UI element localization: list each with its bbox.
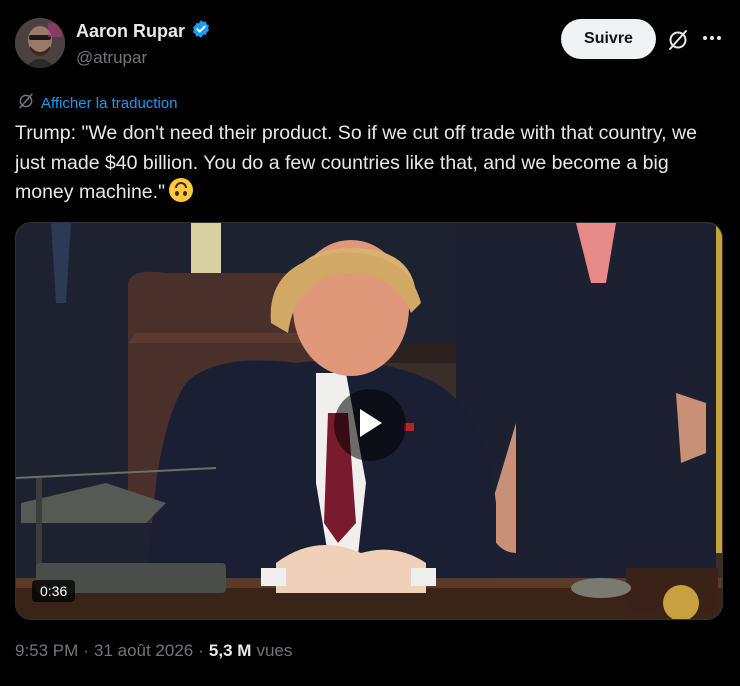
tweet-text: Trump: "We don't need their product. So … bbox=[15, 119, 725, 208]
follow-button[interactable]: Suivre bbox=[561, 19, 656, 59]
show-translation-link[interactable]: Afficher la traduction bbox=[17, 92, 177, 114]
author-handle[interactable]: @atrupar bbox=[76, 48, 211, 68]
tweet-time[interactable]: 9:53 PM bbox=[15, 641, 78, 661]
tweet-header: Aaron Rupar @atrupar Suivre bbox=[15, 16, 725, 70]
views-label: vues bbox=[256, 641, 293, 660]
video-player[interactable]: 0:36 bbox=[15, 222, 723, 620]
upside-down-face-icon bbox=[169, 178, 193, 202]
avatar[interactable] bbox=[15, 18, 65, 68]
meta-separator: · bbox=[198, 641, 204, 660]
verified-badge-icon[interactable] bbox=[191, 19, 211, 44]
views-count[interactable]: 5,3 M bbox=[209, 641, 252, 661]
grok-icon[interactable] bbox=[663, 25, 693, 55]
translate-label[interactable]: Afficher la traduction bbox=[41, 95, 177, 112]
author-name[interactable]: Aaron Rupar bbox=[76, 21, 185, 42]
meta-separator: · bbox=[83, 641, 89, 660]
play-button[interactable] bbox=[334, 389, 406, 461]
translate-icon bbox=[17, 92, 35, 114]
tweet-meta: 9:53 PM · 31 août 2026 · 5,3 M vues bbox=[15, 641, 292, 661]
video-duration-badge: 0:36 bbox=[32, 580, 76, 602]
tweet-body: Trump: "We don't need their product. So … bbox=[15, 122, 697, 203]
tweet-date[interactable]: 31 août 2026 bbox=[94, 641, 193, 661]
play-icon bbox=[356, 407, 384, 444]
more-icon[interactable] bbox=[699, 25, 725, 51]
